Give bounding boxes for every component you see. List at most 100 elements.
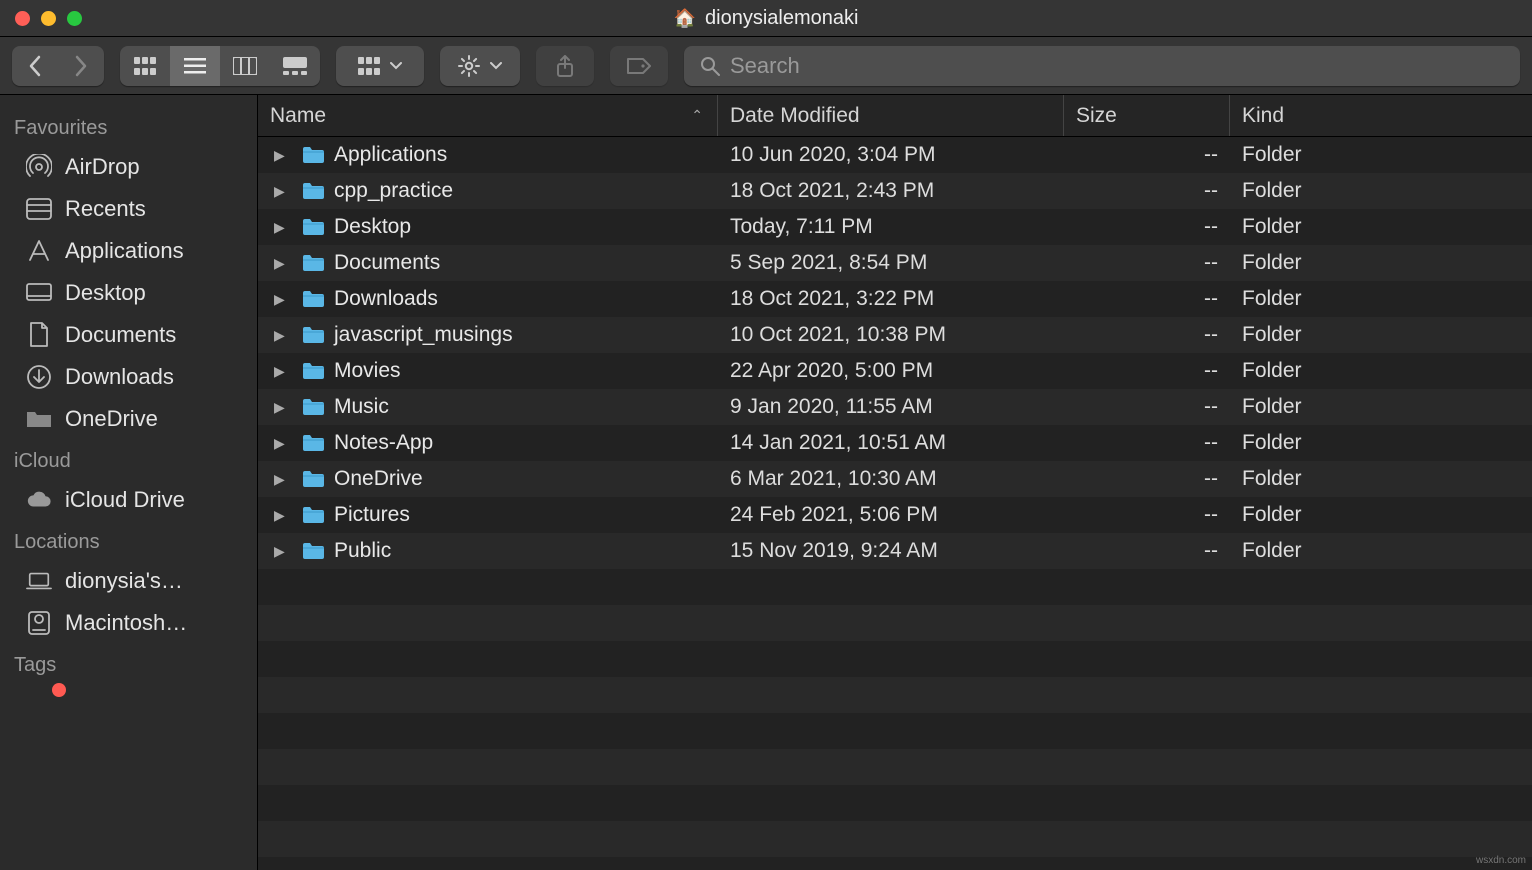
list-icon bbox=[184, 58, 206, 74]
folder-icon bbox=[302, 218, 324, 236]
view-gallery-button[interactable] bbox=[270, 46, 320, 86]
table-row[interactable]: ▶cpp_practice18 Oct 2021, 2:43 PM--Folde… bbox=[258, 173, 1532, 209]
disclosure-triangle-icon[interactable]: ▶ bbox=[274, 471, 292, 488]
disclosure-triangle-icon[interactable]: ▶ bbox=[274, 291, 292, 308]
window-title-wrap: 🏠 dionysialemonaki bbox=[674, 7, 859, 30]
airdrop-icon bbox=[26, 154, 52, 180]
back-button[interactable] bbox=[12, 46, 58, 86]
column-header-date[interactable]: Date Modified bbox=[718, 95, 1064, 136]
empty-row bbox=[258, 785, 1532, 821]
tags-button[interactable] bbox=[610, 46, 668, 86]
column-header-label: Kind bbox=[1242, 104, 1284, 128]
folder-icon bbox=[26, 406, 52, 432]
disclosure-triangle-icon[interactable]: ▶ bbox=[274, 183, 292, 200]
file-date: 18 Oct 2021, 2:43 PM bbox=[718, 179, 1064, 203]
table-row[interactable]: ▶Movies22 Apr 2020, 5:00 PM--Folder bbox=[258, 353, 1532, 389]
file-kind: Folder bbox=[1230, 215, 1532, 239]
empty-row bbox=[258, 677, 1532, 713]
disk-icon bbox=[26, 610, 52, 636]
disclosure-triangle-icon[interactable]: ▶ bbox=[274, 507, 292, 524]
disclosure-triangle-icon[interactable]: ▶ bbox=[274, 219, 292, 236]
sidebar-item-desktop[interactable]: Desktop bbox=[0, 272, 257, 314]
view-icons-button[interactable] bbox=[120, 46, 170, 86]
arrange-button[interactable] bbox=[336, 46, 424, 86]
sidebar-item-label: Documents bbox=[65, 322, 176, 348]
disclosure-triangle-icon[interactable]: ▶ bbox=[274, 435, 292, 452]
column-header-kind[interactable]: Kind bbox=[1230, 95, 1532, 136]
search-input[interactable] bbox=[730, 53, 1504, 79]
search-icon bbox=[700, 56, 720, 76]
traffic-close[interactable] bbox=[15, 11, 30, 26]
file-kind: Folder bbox=[1230, 251, 1532, 275]
file-size: -- bbox=[1064, 431, 1230, 455]
traffic-maximize[interactable] bbox=[67, 11, 82, 26]
gallery-icon bbox=[283, 57, 307, 75]
empty-row bbox=[258, 605, 1532, 641]
table-row[interactable]: ▶Public15 Nov 2019, 9:24 AM--Folder bbox=[258, 533, 1532, 569]
arrange-group bbox=[336, 46, 424, 86]
sidebar-tag-item[interactable] bbox=[0, 683, 257, 705]
disclosure-triangle-icon[interactable]: ▶ bbox=[274, 543, 292, 560]
file-kind: Folder bbox=[1230, 323, 1532, 347]
file-size: -- bbox=[1064, 323, 1230, 347]
sidebar-item-label: dionysia's… bbox=[65, 568, 183, 594]
cloud-icon bbox=[26, 487, 52, 513]
sidebar-item-applications[interactable]: Applications bbox=[0, 230, 257, 272]
file-date: 18 Oct 2021, 3:22 PM bbox=[718, 287, 1064, 311]
disclosure-triangle-icon[interactable]: ▶ bbox=[274, 399, 292, 416]
applications-icon bbox=[26, 238, 52, 264]
chevron-down-icon bbox=[490, 62, 502, 70]
table-row[interactable]: ▶Downloads18 Oct 2021, 3:22 PM--Folder bbox=[258, 281, 1532, 317]
disclosure-triangle-icon[interactable]: ▶ bbox=[274, 327, 292, 344]
empty-row bbox=[258, 749, 1532, 785]
forward-button[interactable] bbox=[58, 46, 104, 86]
table-row[interactable]: ▶Documents5 Sep 2021, 8:54 PM--Folder bbox=[258, 245, 1532, 281]
sidebar-item-label: AirDrop bbox=[65, 154, 140, 180]
sidebar-item-icloud-drive[interactable]: iCloud Drive bbox=[0, 479, 257, 521]
file-size: -- bbox=[1064, 251, 1230, 275]
sidebar-item-macintosh-[interactable]: Macintosh… bbox=[0, 602, 257, 644]
file-name: Applications bbox=[334, 143, 447, 167]
search-box[interactable] bbox=[684, 46, 1520, 86]
file-kind: Folder bbox=[1230, 539, 1532, 563]
table-row[interactable]: ▶Notes-App14 Jan 2021, 10:51 AM--Folder bbox=[258, 425, 1532, 461]
view-columns-button[interactable] bbox=[220, 46, 270, 86]
table-row[interactable]: ▶Applications10 Jun 2020, 3:04 PM--Folde… bbox=[258, 137, 1532, 173]
action-button[interactable] bbox=[440, 46, 520, 86]
sidebar-section-header: Tags bbox=[0, 644, 257, 683]
sidebar-item-downloads[interactable]: Downloads bbox=[0, 356, 257, 398]
file-size: -- bbox=[1064, 467, 1230, 491]
sidebar-item-dionysia-s-[interactable]: dionysia's… bbox=[0, 560, 257, 602]
file-list: Name ⌃ Date Modified Size Kind ▶ Applicat… bbox=[257, 95, 1532, 870]
table-row[interactable]: ▶Pictures24 Feb 2021, 5:06 PM--Folder bbox=[258, 497, 1532, 533]
column-header-size[interactable]: Size bbox=[1064, 95, 1230, 136]
table-row[interactable]: ▶OneDrive6 Mar 2021, 10:30 AM--Folder bbox=[258, 461, 1532, 497]
sidebar-item-onedrive[interactable]: OneDrive bbox=[0, 398, 257, 440]
empty-row bbox=[258, 713, 1532, 749]
sidebar: FavouritesAirDropRecentsApplicationsDesk… bbox=[0, 95, 257, 870]
chevron-down-icon bbox=[390, 62, 402, 70]
share-button[interactable] bbox=[536, 46, 594, 86]
sidebar-item-recents[interactable]: Recents bbox=[0, 188, 257, 230]
disclosure-triangle-icon[interactable]: ▶ bbox=[274, 363, 292, 380]
grid-icon bbox=[134, 57, 156, 75]
table-row[interactable]: ▶javascript_musings10 Oct 2021, 10:38 PM… bbox=[258, 317, 1532, 353]
titlebar: 🏠 dionysialemonaki bbox=[0, 0, 1532, 37]
disclosure-triangle-icon[interactable]: ▶ bbox=[274, 255, 292, 272]
traffic-minimize[interactable] bbox=[41, 11, 56, 26]
file-name: cpp_practice bbox=[334, 179, 453, 203]
view-list-button[interactable] bbox=[170, 46, 220, 86]
share-icon bbox=[556, 55, 574, 77]
folder-icon bbox=[302, 254, 324, 272]
grid-icon bbox=[358, 57, 380, 75]
sidebar-item-documents[interactable]: Documents bbox=[0, 314, 257, 356]
file-kind: Folder bbox=[1230, 467, 1532, 491]
file-name: javascript_musings bbox=[334, 323, 513, 347]
file-size: -- bbox=[1064, 143, 1230, 167]
disclosure-triangle-icon[interactable]: ▶ bbox=[274, 147, 292, 164]
sidebar-item-airdrop[interactable]: AirDrop bbox=[0, 146, 257, 188]
column-header-name[interactable]: Name ⌃ bbox=[258, 95, 718, 136]
table-row[interactable]: ▶Music9 Jan 2020, 11:55 AM--Folder bbox=[258, 389, 1532, 425]
table-row[interactable]: ▶DesktopToday, 7:11 PM--Folder bbox=[258, 209, 1532, 245]
rows-container: ▶Applications10 Jun 2020, 3:04 PM--Folde… bbox=[258, 137, 1532, 870]
